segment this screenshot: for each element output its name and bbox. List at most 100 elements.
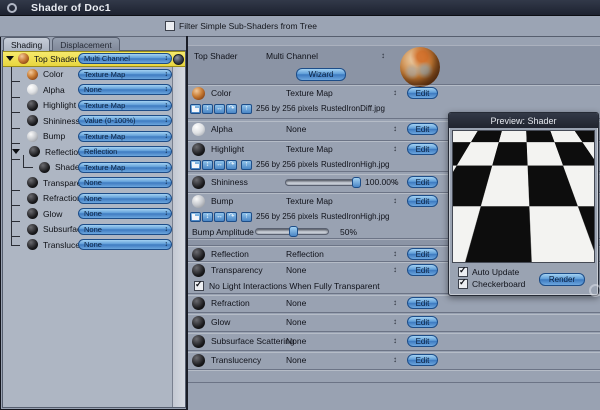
highlight-edit-button[interactable]: Edit <box>407 143 438 155</box>
shininess-type-dropdown[interactable]: Value (0-100%) ↕ <box>78 115 172 127</box>
refraction-edit-button[interactable]: Edit <box>407 297 438 309</box>
reflection-type-dropdown[interactable]: Reflection ↕ <box>78 146 172 158</box>
rotate-button[interactable]: ↷ <box>226 103 237 114</box>
bump-edit-button[interactable]: Edit <box>407 195 438 207</box>
tree-item-refraction[interactable]: Refraction None ↕ <box>3 191 185 207</box>
panel-divider[interactable] <box>186 36 188 410</box>
dropdown-arrows-icon[interactable]: ↕ <box>393 336 397 346</box>
reflection-edit-button[interactable]: Edit <box>407 248 438 260</box>
flip-vertical-button[interactable]: ↕ <box>202 103 213 114</box>
flip-vertical-button[interactable]: ↕ <box>202 159 213 170</box>
dropdown-arrows-icon[interactable]: ↕ <box>393 144 397 154</box>
open-file-button[interactable] <box>190 103 201 114</box>
dropdown-arrows-icon[interactable]: ↕ <box>393 298 397 308</box>
glow-edit-button[interactable]: Edit <box>407 316 438 328</box>
tree-item-bump[interactable]: Bump Texture Map ↕ <box>3 129 185 145</box>
no-light-interactions-checkbox[interactable] <box>194 279 204 291</box>
flip-vertical-button[interactable]: ↕ <box>202 211 213 222</box>
translucency-edit-button[interactable]: Edit <box>407 354 438 366</box>
subsurface-type-dropdown[interactable]: None ↕ <box>78 223 172 235</box>
wizard-button[interactable]: Wizard <box>296 68 346 81</box>
translucency-row[interactable]: Translucency None ↕ Edit <box>188 352 600 368</box>
dropdown-arrows-icon[interactable]: ↕ <box>393 249 397 259</box>
shader-editor-window: { "window": { "title": "Shader of Doc1" … <box>0 0 600 410</box>
tab-displacement[interactable]: Displacement <box>52 37 120 51</box>
tree-item-label: Refraction <box>43 193 82 204</box>
slider-thumb[interactable] <box>352 176 361 188</box>
shader-type-dropdown[interactable]: Texture Map ↕ <box>78 161 172 173</box>
tree-item-shininess[interactable]: Shininess Value (0-100%) ↕ <box>3 113 185 129</box>
tree-item-subsurface[interactable]: Subsurface Sc None ↕ <box>3 222 185 238</box>
dropdown-arrows-icon[interactable]: ↕ <box>381 51 385 60</box>
dropdown-arrows-icon[interactable]: ↕ <box>393 177 397 187</box>
glow-type-dropdown[interactable]: None ↕ <box>78 208 172 220</box>
folder-icon <box>192 213 199 220</box>
tree-item-glow[interactable]: Glow None ↕ <box>3 206 185 222</box>
preview-titlebar[interactable]: Preview: Shader <box>449 113 598 128</box>
top-shader-type-dropdown[interactable]: Multi Channel ↕ <box>78 53 172 65</box>
alpha-type-dropdown[interactable]: None ↕ <box>78 84 172 96</box>
tree-item-shader[interactable]: Shader Texture Map ↕ <box>3 160 185 176</box>
open-file-button[interactable] <box>190 159 201 170</box>
resize-grip[interactable] <box>589 284 600 297</box>
checkerboard-option[interactable]: Checkerboard <box>458 277 525 289</box>
bump-type-dropdown[interactable]: Texture Map ↕ <box>78 130 172 142</box>
color-row[interactable]: Color Texture Map ↕ Edit <box>188 85 600 101</box>
reload-button[interactable]: ↑ <box>241 159 252 170</box>
translucency-type-dropdown[interactable]: None ↕ <box>78 239 172 251</box>
dropdown-arrows-icon[interactable]: ↕ <box>393 265 397 275</box>
tab-shading[interactable]: Shading <box>3 37 51 51</box>
rotate-button[interactable]: ↷ <box>226 211 237 222</box>
shininess-edit-button[interactable]: Edit <box>407 176 438 188</box>
flip-horizontal-button[interactable]: ↔ <box>214 211 225 222</box>
tree-item-reflection[interactable]: Reflection Reflection ↕ <box>3 144 185 160</box>
open-file-button[interactable] <box>190 211 201 222</box>
shininess-slider[interactable] <box>285 176 361 188</box>
flip-horizontal-button[interactable]: ↔ <box>214 159 225 170</box>
transparency-edit-button[interactable]: Edit <box>407 264 438 276</box>
refraction-row[interactable]: Refraction None ↕ Edit <box>188 295 600 311</box>
glow-row[interactable]: Glow None ↕ Edit <box>188 314 600 330</box>
dropdown-arrows-icon[interactable]: ↕ <box>393 88 397 98</box>
auto-update-checkbox[interactable] <box>458 265 468 277</box>
preview-window[interactable]: Preview: Shader Auto Update Checkerboard… <box>448 112 600 297</box>
highlight-type-dropdown[interactable]: Texture Map ↕ <box>78 99 172 111</box>
color-type-dropdown[interactable]: Texture Map ↕ <box>78 68 172 80</box>
transparency-type-dropdown[interactable]: None ↕ <box>78 177 172 189</box>
dropdown-arrows-icon[interactable]: ↕ <box>393 196 397 206</box>
shader-tree-panel: Top Shader Multi Channel ↕ Color Texture … <box>2 50 186 408</box>
alpha-edit-button[interactable]: Edit <box>407 123 438 135</box>
tree-item-top-shader[interactable]: Top Shader Multi Channel ↕ <box>3 51 185 67</box>
tree-item-alpha[interactable]: Alpha None ↕ <box>3 82 185 98</box>
dropdown-arrows-icon[interactable]: ↕ <box>393 355 397 365</box>
bump-amplitude-slider[interactable] <box>255 226 329 237</box>
filter-subshaders-checkbox[interactable] <box>165 21 175 31</box>
shader-ball-icon[interactable] <box>173 54 184 65</box>
window-titlebar[interactable]: Shader of Doc1 <box>0 0 600 16</box>
dropdown-arrows-icon[interactable]: ↕ <box>393 317 397 327</box>
filter-subshaders-option[interactable]: Filter Simple Sub-Shaders from Tree <box>165 21 317 31</box>
checkerboard-checkbox[interactable] <box>458 277 468 289</box>
rotate-button[interactable]: ↷ <box>226 159 237 170</box>
image-size-label: 256 by 256 pixels <box>256 160 319 169</box>
reload-button[interactable]: ↑ <box>241 103 252 114</box>
subsurface-row[interactable]: Subsurface Scattering None ↕ Edit <box>188 333 600 349</box>
preview-title: Preview: Shader <box>490 115 557 126</box>
refraction-type-dropdown[interactable]: None ↕ <box>78 192 172 204</box>
expand-triangle-icon[interactable] <box>6 56 14 62</box>
dropdown-arrows-icon: ↕ <box>164 210 169 218</box>
window-close-icon[interactable] <box>7 2 17 13</box>
tree-item-transparency[interactable]: Transparency None ↕ <box>3 175 185 191</box>
slider-thumb[interactable] <box>289 226 298 237</box>
reload-button[interactable]: ↑ <box>241 211 252 222</box>
tree-item-translucency[interactable]: Translucency None ↕ <box>3 237 185 253</box>
tree-item-highlight[interactable]: Highlight Texture Map ↕ <box>3 98 185 114</box>
tree-item-color[interactable]: Color Texture Map ↕ <box>3 67 185 83</box>
auto-update-option[interactable]: Auto Update <box>458 265 519 277</box>
flip-horizontal-button[interactable]: ↔ <box>214 103 225 114</box>
subsurface-edit-button[interactable]: Edit <box>407 335 438 347</box>
render-button[interactable]: Render <box>539 273 585 286</box>
dropdown-arrows-icon[interactable]: ↕ <box>393 124 397 134</box>
expand-triangle-icon[interactable] <box>12 149 20 154</box>
color-edit-button[interactable]: Edit <box>407 87 438 99</box>
